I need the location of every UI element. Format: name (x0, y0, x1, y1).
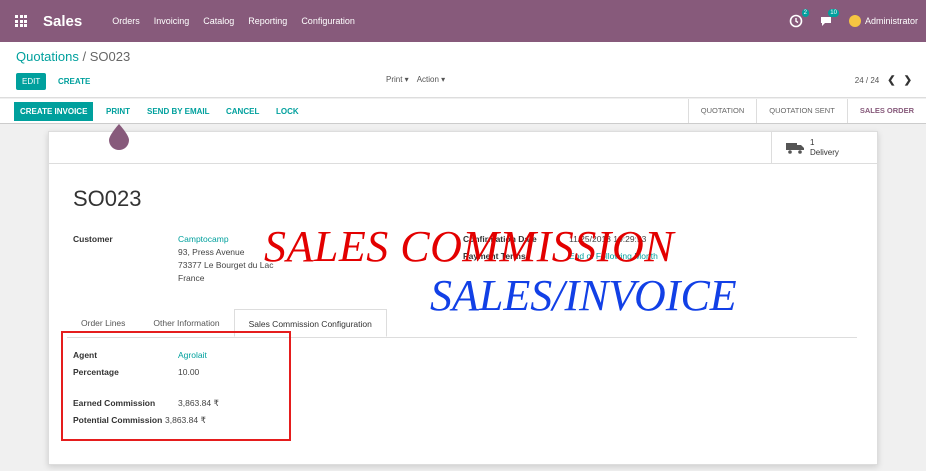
delivery-count-wrap: 1 Delivery (810, 138, 839, 158)
menu-orders[interactable]: Orders (112, 16, 140, 26)
form-statusbar: CREATE INVOICE PRINT SEND BY EMAIL CANCE… (0, 99, 926, 124)
customer-address-line1: 93, Press Avenue (178, 247, 245, 257)
customer-field: Camptocamp 93, Press Avenue 73377 Le Bou… (178, 233, 273, 285)
stage-quotation-sent[interactable]: QUOTATION SENT (756, 99, 847, 123)
print-dropdown[interactable]: Print ▾ (386, 75, 409, 84)
avatar (848, 15, 861, 27)
pager-next-icon[interactable]: ❯ (904, 75, 912, 86)
activity-badge: 2 (801, 9, 809, 17)
messages-chat-icon[interactable]: 10 (819, 9, 839, 28)
send-by-email-button[interactable]: SEND BY EMAIL (147, 102, 210, 121)
main-menu: Orders Invoicing Catalog Reporting Confi… (112, 16, 369, 26)
delivery-count: 1 (810, 138, 815, 147)
customer-address-line2: 73377 Le Bourget du Lac (178, 260, 274, 270)
record-title: SO023 (73, 186, 142, 211)
highlight-box (61, 331, 291, 441)
breadcrumb-quotations[interactable]: Quotations (16, 49, 79, 64)
control-panel: Quotations / SO023 EDIT CREATE Print ▾ A… (0, 42, 926, 98)
user-menu[interactable]: Administrator (848, 15, 918, 27)
cancel-button[interactable]: CANCEL (226, 102, 259, 121)
stage-sales-order[interactable]: SALES ORDER (846, 99, 926, 123)
pager: 24 / 24 ❮ ❯ (855, 75, 912, 86)
menu-configuration[interactable]: Configuration (301, 16, 355, 26)
menu-reporting[interactable]: Reporting (248, 16, 287, 26)
print-button[interactable]: PRINT (106, 102, 130, 121)
apps-grid-icon[interactable] (15, 15, 29, 27)
systray: 2 10 Administrator (789, 0, 918, 42)
annotation-sales-commission: SALES COMMISSION (264, 222, 675, 271)
customer-label: Customer (73, 234, 113, 244)
stage-quotation[interactable]: QUOTATION (687, 99, 756, 123)
pager-prev-icon[interactable]: ❮ (887, 75, 895, 86)
button-box: 1 Delivery (49, 132, 877, 164)
drop-marker-icon (109, 124, 129, 150)
menu-invoicing[interactable]: Invoicing (154, 16, 190, 26)
annotation-sales-invoice: SALES/INVOICE (430, 271, 737, 320)
activity-clock-icon[interactable]: 2 (789, 9, 809, 28)
edit-button[interactable]: EDIT (16, 73, 47, 90)
customer-address-line3: France (178, 273, 205, 283)
top-navbar: Sales Orders Invoicing Catalog Reporting… (0, 0, 926, 42)
sidebar-dropdowns: Print ▾ Action ▾ (386, 75, 445, 84)
action-dropdown[interactable]: Action ▾ (417, 75, 445, 84)
app-brand: Sales (43, 12, 83, 30)
menu-catalog[interactable]: Catalog (203, 16, 234, 26)
pager-value[interactable]: 24 / 24 (855, 76, 879, 85)
delivery-label: Delivery (810, 148, 839, 157)
status-stages: QUOTATION QUOTATION SENT SALES ORDER (687, 99, 926, 123)
breadcrumb: Quotations / SO023 (16, 49, 130, 64)
breadcrumb-separator: / (82, 49, 87, 64)
customer-link[interactable]: Camptocamp (178, 233, 273, 246)
create-invoice-button[interactable]: CREATE INVOICE (14, 102, 94, 121)
truck-icon (786, 143, 804, 154)
create-button[interactable]: CREATE (58, 73, 90, 90)
user-name: Administrator (864, 16, 918, 26)
lock-button[interactable]: LOCK (276, 102, 299, 121)
delivery-smart-button[interactable]: 1 Delivery (771, 132, 877, 164)
breadcrumb-current: SO023 (89, 49, 131, 64)
messages-badge: 10 (828, 9, 839, 17)
